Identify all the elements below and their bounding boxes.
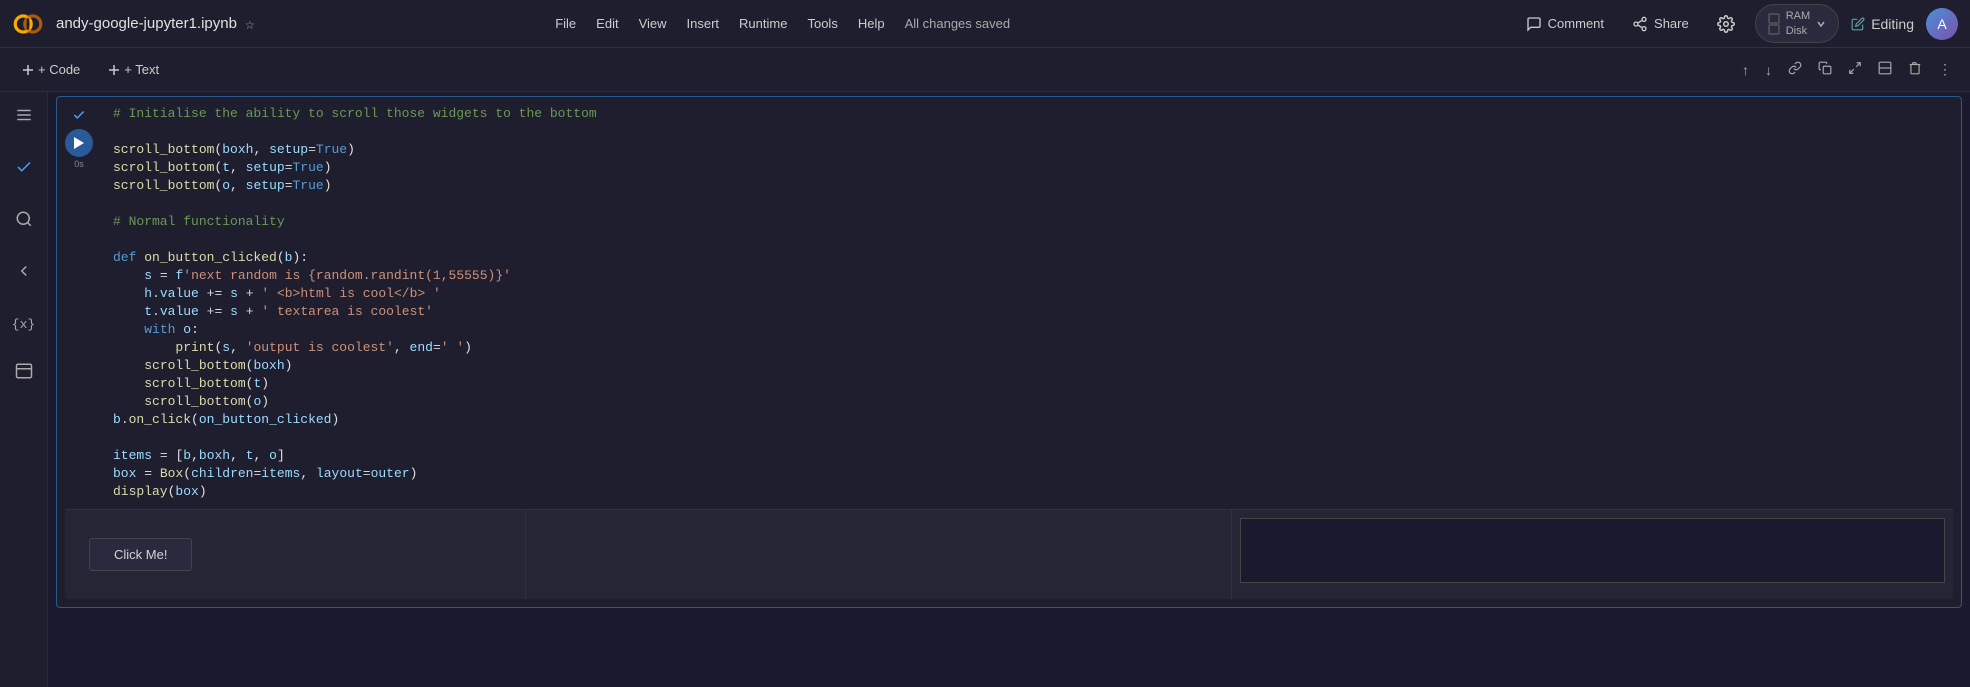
code-line-18: b.on_click(on_button_clicked) xyxy=(113,411,1949,429)
file-title[interactable]: andy-google-jupyter1.ipynb xyxy=(56,15,237,32)
plus-icon xyxy=(22,64,34,76)
menu-help[interactable]: Help xyxy=(850,12,893,35)
code-line-9: def on_button_clicked(b): xyxy=(113,249,1949,267)
collapse-button[interactable] xyxy=(1872,58,1898,81)
editing-label: Editing xyxy=(1871,16,1914,32)
comment-button[interactable]: Comment xyxy=(1518,12,1612,36)
menu-bar: File Edit View Insert Runtime Tools Help… xyxy=(547,12,1505,35)
output-area: Click Me! xyxy=(65,509,1953,599)
cell-layout: 0s # Initialise the ability to scroll th… xyxy=(57,97,1961,509)
code-line-5: scroll_bottom(o, setup=True) xyxy=(113,177,1949,195)
colab-logo[interactable] xyxy=(12,8,44,40)
menu-view[interactable]: View xyxy=(631,12,675,35)
comment-icon xyxy=(1526,16,1542,32)
click-me-button[interactable]: Click Me! xyxy=(89,538,192,571)
sidebar-search-icon[interactable] xyxy=(6,204,42,240)
menu-file[interactable]: File xyxy=(547,12,584,35)
save-status: All changes saved xyxy=(905,16,1011,31)
code-line-10: s = f'next random is {random.randint(1,5… xyxy=(113,267,1949,285)
content-area: 0s # Initialise the ability to scroll th… xyxy=(48,92,1970,687)
code-line-19 xyxy=(113,429,1949,447)
delete-button[interactable] xyxy=(1902,58,1928,81)
add-code-button[interactable]: + Code xyxy=(12,58,90,81)
code-line-22: display(box) xyxy=(113,483,1949,501)
copy-icon xyxy=(1818,61,1832,75)
link-button[interactable] xyxy=(1782,58,1808,81)
sidebar-variables-icon[interactable]: {x} xyxy=(6,308,42,340)
settings-button[interactable] xyxy=(1709,11,1743,37)
plus-icon-text xyxy=(108,64,120,76)
menu-tools[interactable]: Tools xyxy=(799,12,845,35)
star-icon[interactable]: ☆ xyxy=(245,14,255,34)
link-icon xyxy=(1788,61,1802,75)
expand-button[interactable] xyxy=(1842,58,1868,81)
editing-badge: Editing xyxy=(1851,16,1914,32)
code-line-8 xyxy=(113,231,1949,249)
sidebar-menu-icon[interactable] xyxy=(6,100,42,136)
add-text-button[interactable]: + Text xyxy=(98,58,169,81)
ram-disk-indicator[interactable]: RAM Disk xyxy=(1755,4,1839,43)
left-sidebar: {x} xyxy=(0,92,48,687)
share-icon xyxy=(1632,16,1648,32)
code-line-15: scroll_bottom(boxh) xyxy=(113,357,1949,375)
menu-runtime[interactable]: Runtime xyxy=(731,12,795,35)
move-down-button[interactable]: ↓ xyxy=(1759,59,1778,81)
code-content[interactable]: # Initialise the ability to scroll those… xyxy=(101,97,1961,509)
copy-button[interactable] xyxy=(1812,58,1838,81)
cell-check-icon xyxy=(67,103,91,127)
user-avatar[interactable]: A xyxy=(1926,8,1958,40)
more-options-button[interactable]: ⋮ xyxy=(1932,58,1958,81)
file-title-area: andy-google-jupyter1.ipynb ☆ xyxy=(56,14,535,34)
run-cell-button[interactable] xyxy=(65,129,93,157)
output-textarea[interactable] xyxy=(1240,518,1945,583)
notebook-area: 0s # Initialise the ability to scroll th… xyxy=(48,92,1970,687)
move-up-button[interactable]: ↑ xyxy=(1736,59,1755,81)
code-line-20: items = [b,boxh, t, o] xyxy=(113,447,1949,465)
sidebar-navigate-icon[interactable] xyxy=(6,256,42,292)
top-right-actions: Comment Share xyxy=(1518,4,1958,43)
output-content: Click Me! xyxy=(65,510,1953,599)
code-line-11: h.value += s + ' <b>html is cool</b> ' xyxy=(113,285,1949,303)
output-textarea-section xyxy=(1231,510,1953,599)
sidebar-files-icon[interactable] xyxy=(6,356,42,392)
output-html-section xyxy=(525,510,1231,599)
code-line-13: with o: xyxy=(113,321,1949,339)
run-time-label: 0s xyxy=(74,159,84,169)
cell-run-area: 0s xyxy=(57,97,101,509)
code-line-7: # Normal functionality xyxy=(113,213,1949,231)
code-cell: 0s # Initialise the ability to scroll th… xyxy=(56,96,1962,608)
code-line-17: scroll_bottom(o) xyxy=(113,393,1949,411)
output-widget-section: Click Me! xyxy=(65,510,525,599)
settings-icon xyxy=(1717,15,1735,33)
ram-disk-text: RAM Disk xyxy=(1786,9,1810,38)
sidebar-checkmark-icon[interactable] xyxy=(6,152,42,188)
ram-disk-icon xyxy=(1768,13,1780,35)
code-line-2 xyxy=(113,123,1949,141)
edit-pencil-icon xyxy=(1851,17,1865,31)
trash-icon xyxy=(1908,61,1922,75)
menu-edit[interactable]: Edit xyxy=(588,12,626,35)
code-line-21: box = Box(children=items, layout=outer) xyxy=(113,465,1949,483)
chevron-down-icon xyxy=(1816,19,1826,29)
toolbar-row: + Code + Text ↑ ↓ xyxy=(0,48,1970,92)
code-line-14: print(s, 'output is coolest', end=' ') xyxy=(113,339,1949,357)
code-line-6 xyxy=(113,195,1949,213)
cell-toolbar: ↑ ↓ xyxy=(1736,58,1958,81)
code-line-4: scroll_bottom(t, setup=True) xyxy=(113,159,1949,177)
menu-insert[interactable]: Insert xyxy=(679,12,728,35)
collapse-icon xyxy=(1878,61,1892,75)
code-line-1: # Initialise the ability to scroll those… xyxy=(113,105,1949,123)
code-line-12: t.value += s + ' textarea is coolest' xyxy=(113,303,1949,321)
code-line-3: scroll_bottom(boxh, setup=True) xyxy=(113,141,1949,159)
top-bar: andy-google-jupyter1.ipynb ☆ File Edit V… xyxy=(0,0,1970,48)
main-area: {x} xyxy=(0,92,1970,687)
code-line-16: scroll_bottom(t) xyxy=(113,375,1949,393)
share-button[interactable]: Share xyxy=(1624,12,1697,36)
expand-icon xyxy=(1848,61,1862,75)
